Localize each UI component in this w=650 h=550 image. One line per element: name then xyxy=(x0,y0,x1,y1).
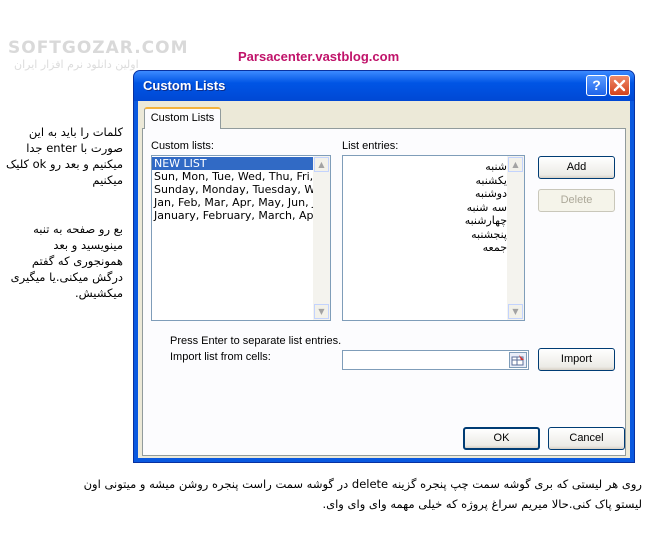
custom-list-item[interactable]: Jan, Feb, Mar, Apr, May, Jun, J xyxy=(152,196,315,209)
import-range-input[interactable] xyxy=(342,350,529,370)
custom-lists-label: Custom lists: xyxy=(151,140,214,152)
watermark-brand: SOFTGOZAR.COM xyxy=(8,38,189,58)
close-button[interactable] xyxy=(609,75,630,96)
delete-button[interactable]: Delete xyxy=(538,189,615,212)
site-url: Parsacenter.vastblog.com xyxy=(238,49,400,64)
custom-lists-listbox[interactable]: NEW LIST Sun, Mon, Tue, Wed, Thu, Fri, S… xyxy=(151,155,331,321)
ok-button[interactable]: OK xyxy=(463,427,540,450)
list-entries-scrollbar[interactable]: ▲ ▼ xyxy=(507,156,524,320)
custom-list-item[interactable]: Sun, Mon, Tue, Wed, Thu, Fri, S xyxy=(152,170,315,183)
list-entry: چهارشنبه xyxy=(464,214,507,227)
tab-panel: Custom lists: NEW LIST Sun, Mon, Tue, We… xyxy=(142,128,626,456)
list-entry: یکشنبه xyxy=(475,173,508,187)
bottom-explanation: روی هر لیستی که بری گوشه سمت چپ پنجره گز… xyxy=(83,477,642,511)
list-entry: پنجشنبه xyxy=(471,227,507,241)
custom-list-item[interactable]: January, February, March, April xyxy=(152,209,315,222)
custom-list-item[interactable]: Sunday, Monday, Tuesday, Wed xyxy=(152,183,315,196)
custom-lists-scrollbar[interactable]: ▲ ▼ xyxy=(313,156,330,320)
close-icon xyxy=(613,79,626,92)
list-entries-label: List entries: xyxy=(342,140,399,152)
import-button[interactable]: Import xyxy=(538,348,615,371)
title-bar[interactable]: Custom Lists ? xyxy=(134,71,634,101)
side-note-2: بع رو صفحه به تنبه مینویسید و بعد همونجو… xyxy=(10,222,123,300)
dialog-client: Custom lists: NEW LIST Sun, Mon, Tue, We… xyxy=(138,101,630,458)
tab-custom-lists[interactable]: Custom Lists xyxy=(144,107,221,129)
import-label: Import list from cells: xyxy=(170,351,271,363)
dialog-title: Custom Lists xyxy=(143,78,226,93)
custom-list-item-new[interactable]: NEW LIST xyxy=(152,157,315,170)
help-button[interactable]: ? xyxy=(586,75,607,96)
range-picker-icon xyxy=(511,355,524,366)
watermark-tagline: اولین دانلود نرم افزار ایران xyxy=(14,58,139,71)
list-entry: سه شنبه xyxy=(466,200,507,214)
range-picker-button[interactable] xyxy=(509,352,527,368)
scroll-up-icon[interactable]: ▲ xyxy=(508,157,523,172)
cancel-button[interactable]: Cancel xyxy=(548,427,625,450)
scroll-down-icon[interactable]: ▼ xyxy=(508,304,523,319)
custom-lists-dialog: Custom Lists ? Custom lists: NEW LIST Su… xyxy=(133,70,635,463)
scroll-down-icon[interactable]: ▼ xyxy=(314,304,329,319)
list-entry: دوشنبه xyxy=(475,187,507,200)
list-entries-textbox[interactable]: شنبه یکشنبه دوشنبه سه شنبه چهارشنبه پنجش… xyxy=(342,155,525,321)
list-entry: جمعه xyxy=(482,241,507,254)
list-entry: شنبه xyxy=(485,160,507,173)
side-note-1: کلمات را باید به این صورت با enter جدا م… xyxy=(5,125,123,187)
separate-entries-hint: Press Enter to separate list entries. xyxy=(170,335,342,347)
scroll-up-icon[interactable]: ▲ xyxy=(314,157,329,172)
add-button[interactable]: Add xyxy=(538,156,615,179)
